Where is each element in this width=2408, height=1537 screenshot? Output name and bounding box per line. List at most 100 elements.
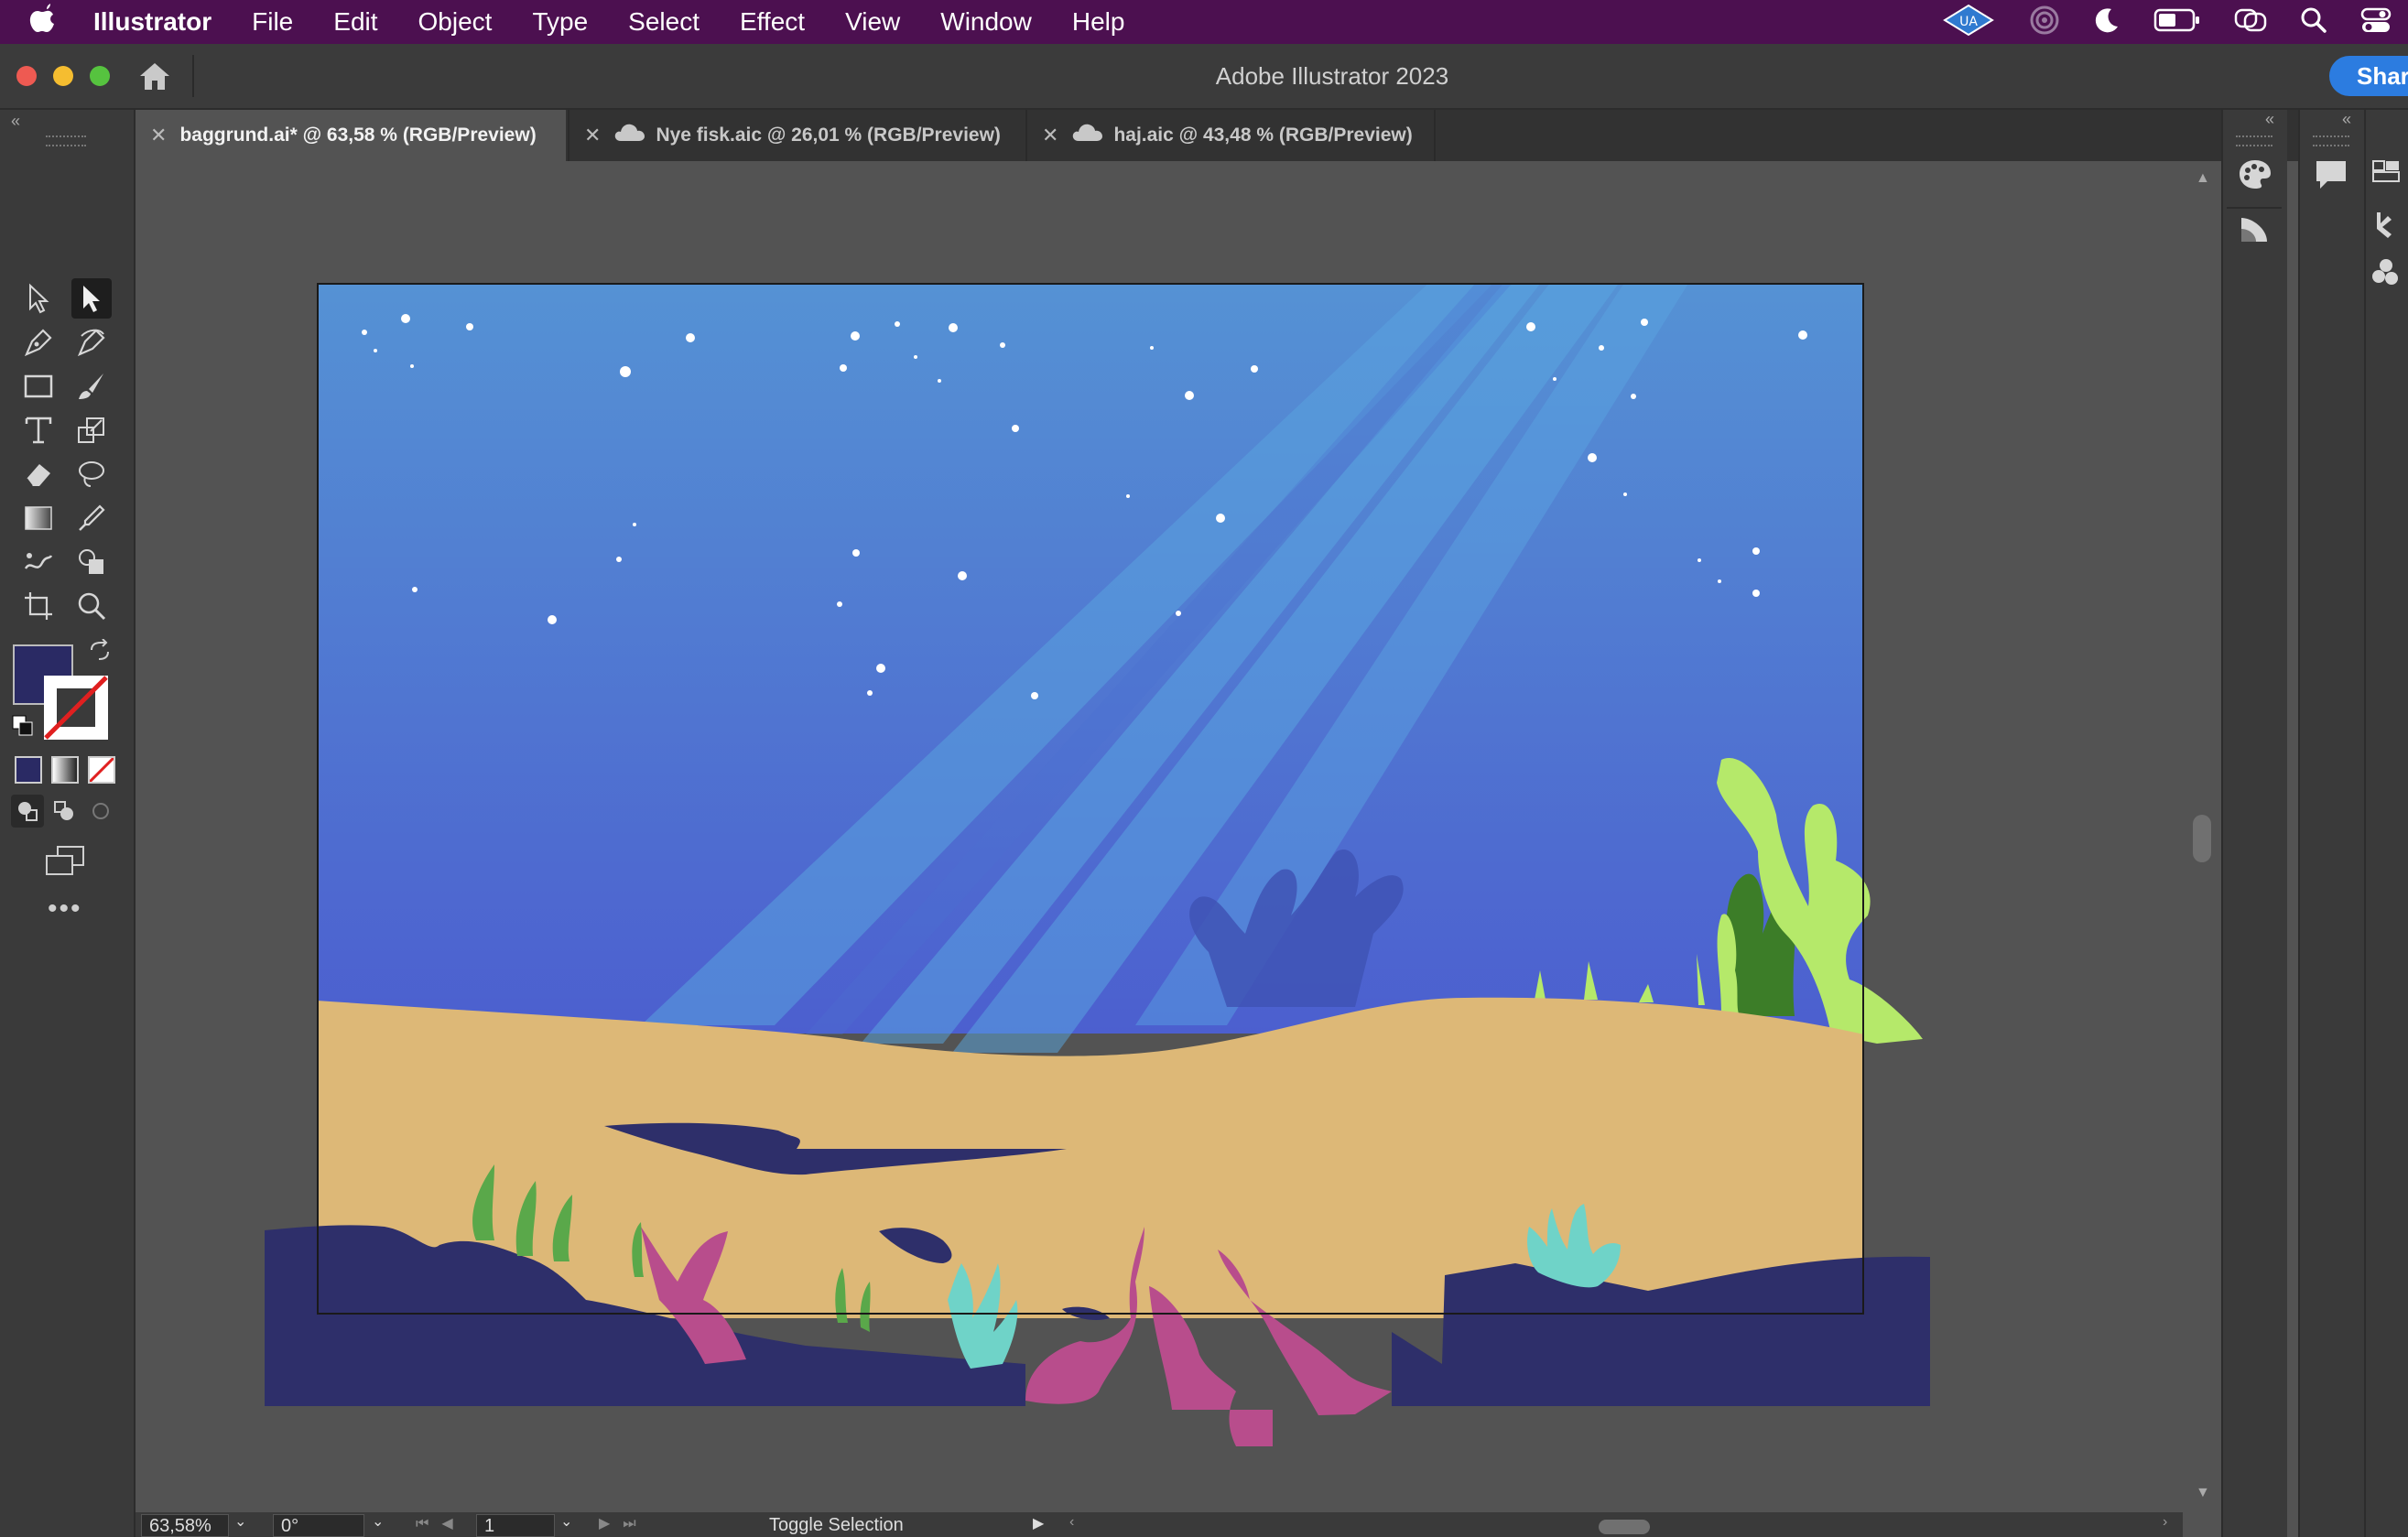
hscroll-right-icon[interactable]: › bbox=[2163, 1514, 2167, 1531]
artboard-canvas[interactable] bbox=[136, 161, 2183, 1516]
horizontal-scroll-thumb[interactable] bbox=[1599, 1520, 1650, 1534]
status-menu-icon[interactable]: ▶ bbox=[1033, 1514, 1044, 1532]
tab-baggrund[interactable]: ✕ baggrund.ai* @ 63,58 % (RGB/Preview) bbox=[136, 110, 566, 161]
gradient-mode-button[interactable] bbox=[51, 756, 79, 784]
direct-selection-tool-icon[interactable] bbox=[71, 278, 112, 319]
window-title-bar: Adobe Illustrator 2023 Share bbox=[0, 44, 2408, 110]
edit-toolbar-icon[interactable]: ••• bbox=[48, 893, 82, 925]
lasso-shape-tool-icon[interactable] bbox=[71, 454, 112, 494]
menu-effect[interactable]: Effect bbox=[740, 7, 805, 37]
menu-file[interactable]: File bbox=[252, 7, 293, 37]
tab-label: haj.aic @ 43,48 % (RGB/Preview) bbox=[1113, 124, 1413, 146]
panel-grip[interactable] bbox=[46, 135, 86, 146]
battery-icon[interactable] bbox=[2153, 7, 2201, 38]
scroll-down-icon[interactable]: ▼ bbox=[2196, 1485, 2210, 1501]
symbols-icon[interactable] bbox=[2368, 256, 2404, 298]
color-palette-icon[interactable] bbox=[2238, 157, 2272, 195]
zoom-dropdown-icon[interactable]: ⌄ bbox=[234, 1512, 246, 1531]
collapse-panel-icon[interactable]: « bbox=[2265, 110, 2274, 129]
gradient-panel-icon[interactable] bbox=[2238, 212, 2272, 250]
window-title: Adobe Illustrator 2023 bbox=[1215, 62, 1449, 90]
eyedropper-tool-icon[interactable] bbox=[71, 498, 112, 538]
comments-icon[interactable] bbox=[2313, 157, 2349, 197]
tab-nye-fisk[interactable]: ✕ Nye fisk.aic @ 26,01 % (RGB/Preview) bbox=[568, 110, 1025, 161]
gradient-tool-icon[interactable] bbox=[18, 498, 59, 538]
panel-grip[interactable] bbox=[2236, 135, 2272, 146]
cloud-document-icon bbox=[613, 123, 646, 148]
apple-menu-icon[interactable] bbox=[29, 3, 77, 41]
scroll-up-icon[interactable]: ▲ bbox=[2196, 170, 2210, 187]
default-fill-stroke-icon[interactable] bbox=[11, 714, 35, 742]
draw-inside-icon[interactable] bbox=[84, 795, 117, 828]
panel-grip[interactable] bbox=[2313, 135, 2349, 146]
cloud-document-icon bbox=[1071, 123, 1104, 148]
collapse-panel-icon[interactable]: « bbox=[11, 112, 20, 131]
night-mode-icon[interactable] bbox=[2093, 6, 2121, 38]
type-tool-icon[interactable] bbox=[18, 410, 59, 450]
rotation-dropdown-icon[interactable]: ⌄ bbox=[372, 1512, 384, 1531]
artboard-dropdown-icon[interactable]: ⌄ bbox=[560, 1512, 572, 1531]
shape-builder-tool-icon[interactable] bbox=[71, 542, 112, 582]
draw-normal-icon[interactable] bbox=[11, 795, 44, 828]
pen-tool-icon[interactable] bbox=[18, 322, 59, 363]
puppet-icon[interactable] bbox=[2368, 207, 2404, 248]
macos-menu-bar: Illustrator File Edit Object Type Select… bbox=[0, 0, 2408, 44]
tab-label: Nye fisk.aic @ 26,01 % (RGB/Preview) bbox=[656, 124, 1001, 146]
tab-label: baggrund.ai* @ 63,58 % (RGB/Preview) bbox=[179, 124, 537, 146]
screen-mirroring-icon[interactable] bbox=[2234, 6, 2267, 38]
menu-status-area: UA bbox=[1925, 0, 2408, 44]
share-button[interactable]: Share bbox=[2329, 56, 2408, 96]
scale-tool-icon[interactable] bbox=[71, 410, 112, 450]
right-panel-dock-1: « bbox=[2221, 110, 2287, 1537]
menu-object[interactable]: Object bbox=[418, 7, 493, 37]
right-panel-dock-3 bbox=[2364, 110, 2408, 1537]
document-tabs: ✕ baggrund.ai* @ 63,58 % (RGB/Preview) ✕… bbox=[0, 110, 2408, 161]
zoom-tool-icon[interactable] bbox=[71, 586, 112, 626]
rectangle-tool-icon[interactable] bbox=[18, 366, 59, 406]
libraries-icon[interactable] bbox=[2368, 157, 2404, 189]
close-tab-icon[interactable]: ✕ bbox=[150, 124, 167, 147]
menu-view[interactable]: View bbox=[845, 7, 900, 37]
divider bbox=[2227, 207, 2282, 209]
control-center-icon[interactable] bbox=[2360, 6, 2392, 38]
scroll-thumb[interactable] bbox=[2193, 815, 2211, 862]
eraser-tool-icon[interactable] bbox=[18, 454, 59, 494]
search-icon[interactable] bbox=[2300, 6, 2327, 38]
close-tab-icon[interactable]: ✕ bbox=[584, 124, 601, 147]
color-mode-button[interactable] bbox=[15, 756, 42, 784]
artwork[interactable] bbox=[136, 161, 2183, 1516]
tools-panel: « ••• bbox=[0, 110, 136, 1537]
artboard-nav-prev-icons[interactable]: ⏮◀ bbox=[416, 1514, 466, 1532]
menu-edit[interactable]: Edit bbox=[333, 7, 377, 37]
vertical-scrollbar[interactable]: ▲ ▼ bbox=[2183, 161, 2219, 1516]
status-text: Toggle Selection bbox=[769, 1515, 904, 1535]
ua-extension-icon[interactable]: UA bbox=[1941, 4, 1996, 41]
none-mode-button[interactable] bbox=[88, 756, 115, 784]
menu-app-name[interactable]: Illustrator bbox=[93, 7, 212, 37]
puppet-warp-tool-icon[interactable] bbox=[18, 542, 59, 582]
selection-tool-icon[interactable] bbox=[18, 278, 59, 319]
zoom-field[interactable]: 63,58% bbox=[141, 1514, 229, 1537]
menu-window[interactable]: Window bbox=[940, 7, 1032, 37]
menu-type[interactable]: Type bbox=[532, 7, 588, 37]
artboard-tool-icon[interactable] bbox=[18, 586, 59, 626]
tab-haj[interactable]: ✕ haj.aic @ 43,48 % (RGB/Preview) bbox=[1025, 110, 1436, 161]
right-panel-dock-2: « bbox=[2298, 110, 2364, 1537]
status-bar: 63,58% ⌄ 0° ⌄ ⏮◀ 1 ⌄ ▶⏭ Toggle Selection… bbox=[136, 1512, 2183, 1537]
rotation-field[interactable]: 0° bbox=[273, 1514, 364, 1537]
close-tab-icon[interactable]: ✕ bbox=[1042, 124, 1058, 147]
change-screen-mode-icon[interactable] bbox=[44, 840, 86, 882]
artboard-nav-next-icons[interactable]: ▶⏭ bbox=[599, 1514, 649, 1532]
hscroll-left-icon[interactable]: ‹ bbox=[1069, 1514, 1074, 1531]
stroke-none-swatch[interactable] bbox=[44, 676, 108, 740]
menu-help[interactable]: Help bbox=[1072, 7, 1125, 37]
paintbrush-tool-icon[interactable] bbox=[71, 366, 112, 406]
menu-select[interactable]: Select bbox=[628, 7, 700, 37]
swap-fill-stroke-icon[interactable] bbox=[88, 638, 112, 667]
airdrop-icon[interactable] bbox=[2029, 5, 2060, 40]
svg-text:UA: UA bbox=[1959, 15, 1978, 29]
draw-behind-icon[interactable] bbox=[48, 795, 81, 828]
curvature-tool-icon[interactable] bbox=[71, 322, 112, 363]
collapse-panel-icon[interactable]: « bbox=[2342, 110, 2351, 129]
artboard-number-field[interactable]: 1 bbox=[476, 1514, 555, 1537]
